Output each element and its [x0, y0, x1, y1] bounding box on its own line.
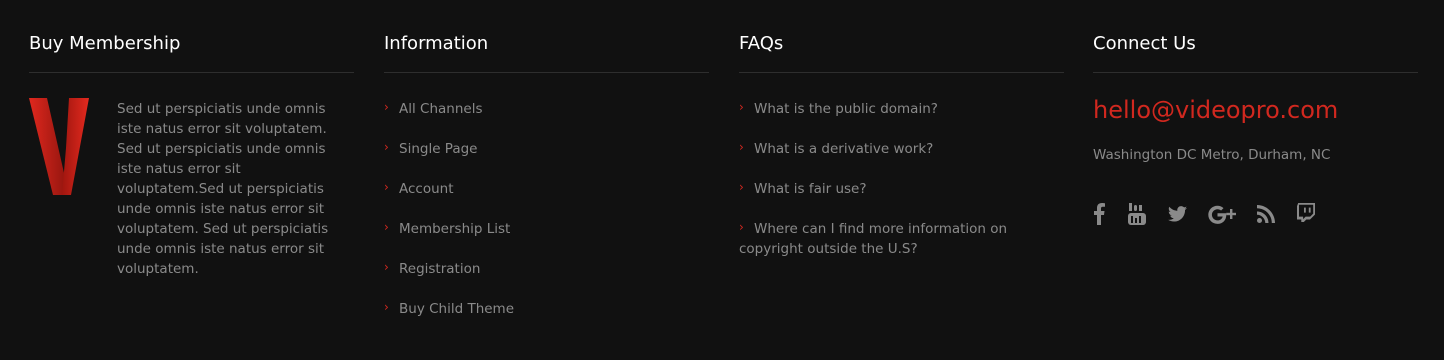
faq-link-fair-use[interactable]: › What is fair use? [739, 179, 1039, 199]
info-link-membership-list[interactable]: › Membership List [384, 219, 684, 239]
information-divider [384, 72, 709, 73]
info-link-account[interactable]: › Account [384, 179, 684, 199]
contact-address: Washington DC Metro, Durham, NC [1093, 147, 1331, 163]
chevron-right-icon: › [384, 140, 389, 154]
faq-link-copyright-outside-us[interactable]: › Where can I find more information on co… [739, 219, 1039, 259]
connect-heading: Connect Us [1093, 33, 1196, 54]
chevron-right-icon: › [384, 260, 389, 274]
chevron-right-icon: › [384, 100, 389, 114]
chevron-right-icon: › [384, 300, 389, 314]
info-link-all-channels[interactable]: › All Channels [384, 99, 684, 119]
faq-link-derivative-work[interactable]: › What is a derivative work? [739, 139, 1039, 159]
rss-icon[interactable] [1257, 203, 1275, 223]
info-link-single-page[interactable]: › Single Page [384, 139, 684, 159]
membership-divider [29, 72, 354, 73]
faq-links: › What is the public domain? › What is a d… [739, 99, 1039, 279]
contact-email-link[interactable]: hello@videopro.com [1093, 94, 1338, 126]
google-plus-icon[interactable] [1208, 203, 1236, 225]
facebook-icon[interactable] [1093, 203, 1105, 225]
membership-description: Sed ut perspiciatis unde omnis iste natu… [117, 101, 329, 277]
connect-divider [1093, 72, 1418, 73]
chevron-right-icon: › [384, 180, 389, 194]
chevron-right-icon: › [739, 180, 744, 194]
youtube-icon[interactable] [1127, 203, 1147, 225]
membership-heading: Buy Membership [29, 33, 181, 54]
twitch-icon[interactable] [1297, 203, 1315, 223]
information-heading: Information [384, 33, 489, 54]
faqs-heading: FAQs [739, 33, 784, 54]
information-links: › All Channels › Single Page › Account › Mem… [384, 99, 684, 339]
chevron-right-icon: › [739, 140, 744, 154]
info-link-registration[interactable]: › Registration [384, 259, 684, 279]
faq-link-public-domain[interactable]: › What is the public domain? [739, 99, 1039, 119]
v-logo-icon [29, 98, 89, 196]
twitter-icon[interactable] [1168, 203, 1187, 222]
info-link-buy-child-theme[interactable]: › Buy Child Theme [384, 299, 684, 319]
chevron-right-icon: › [739, 220, 744, 234]
chevron-right-icon: › [739, 100, 744, 114]
faqs-divider [739, 72, 1064, 73]
chevron-right-icon: › [384, 220, 389, 234]
